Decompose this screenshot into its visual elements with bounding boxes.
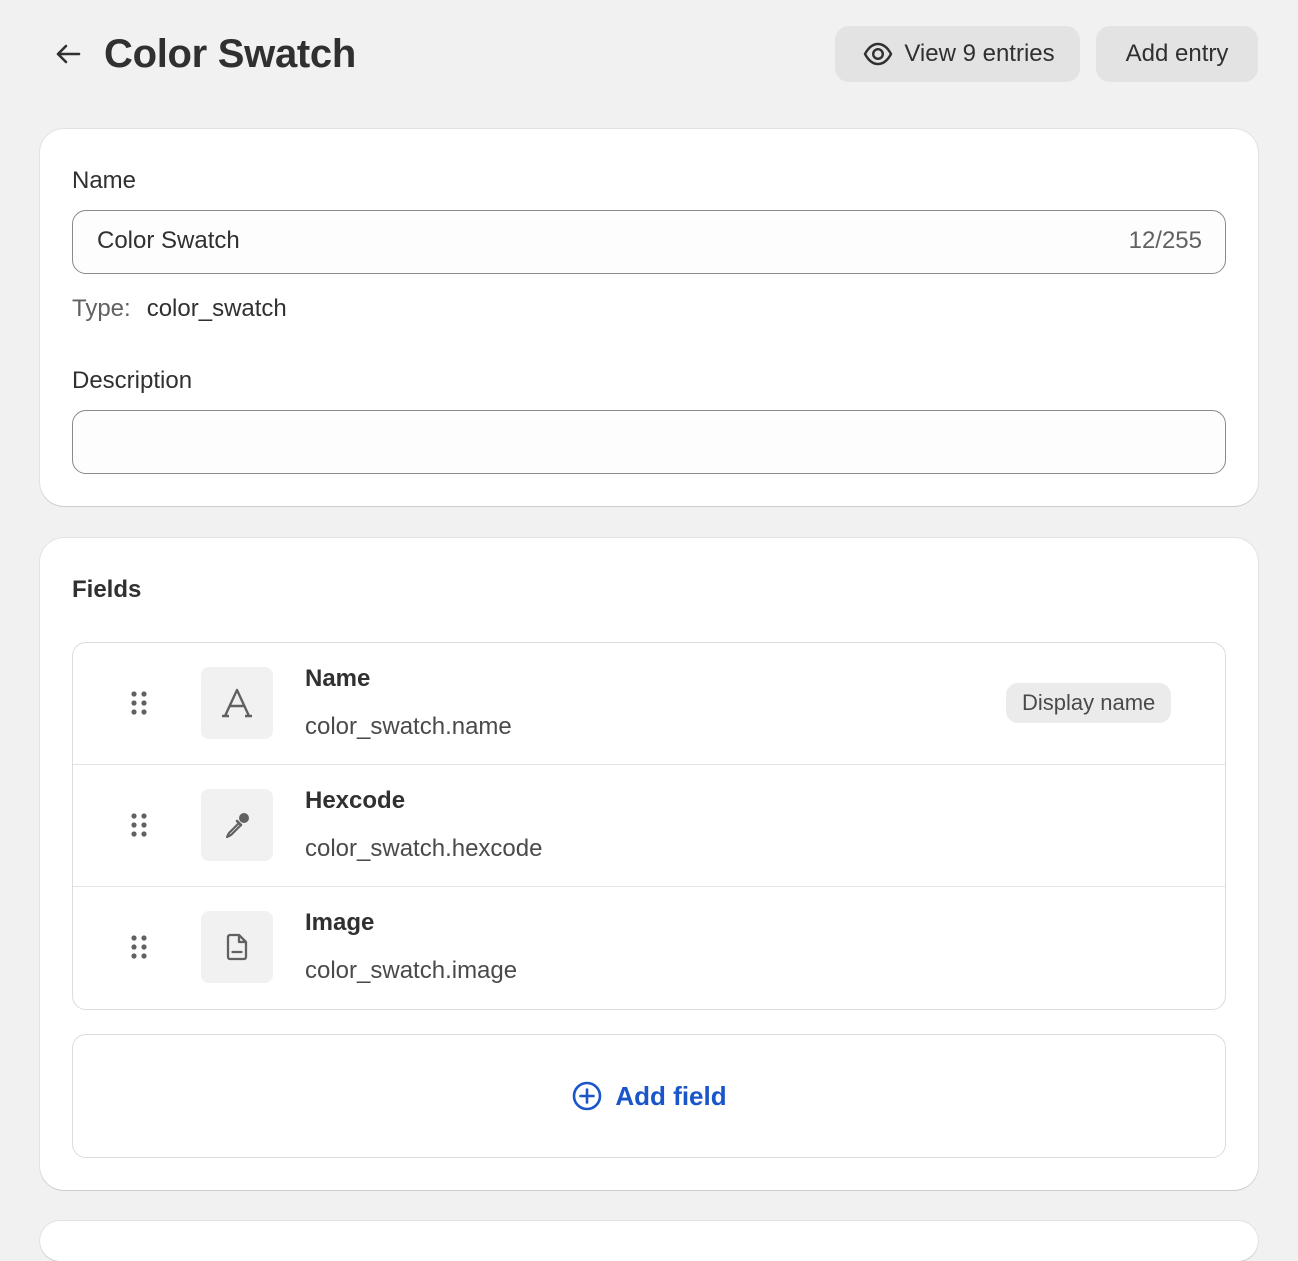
view-entries-button[interactable]: View 9 entries [835, 26, 1080, 82]
name-label: Name [72, 167, 137, 194]
add-field-button[interactable]: Add field [72, 1034, 1226, 1158]
field-key: color_swatch.hexcode [305, 835, 543, 862]
file-icon [201, 911, 273, 983]
field-name: Hexcode [305, 787, 406, 814]
eye-icon [862, 38, 894, 70]
color-picker-icon [201, 789, 273, 861]
type-row: Type: color_swatch [72, 295, 287, 323]
description-label: Description [72, 367, 193, 394]
name-input-value: Color Swatch [97, 227, 240, 254]
field-key: color_swatch.name [305, 713, 512, 740]
field-row-image[interactable]: Image color_swatch.image [73, 887, 1225, 1009]
details-card: Name Color Swatch 12/255 Type: color_swat… [40, 129, 1258, 506]
field-name: Name [305, 665, 371, 692]
drag-handle-icon[interactable] [129, 933, 149, 961]
description-input[interactable] [72, 410, 1226, 474]
field-row-name[interactable]: Name color_swatch.name Display name [73, 643, 1225, 765]
field-list: Name color_swatch.name Display name Hexc… [72, 642, 1226, 1010]
name-input[interactable]: Color Swatch 12/255 [72, 210, 1226, 274]
drag-handle-icon[interactable] [129, 811, 149, 839]
add-entry-button[interactable]: Add entry [1096, 26, 1258, 82]
field-name: Image [305, 909, 375, 936]
page-header: Color Swatch View 9 entries Add entry [0, 0, 1298, 108]
display-name-badge: Display name [1006, 683, 1172, 723]
fields-card: Fields Name color_swatch.name Display na… [40, 538, 1258, 1190]
type-label: Type: [72, 295, 131, 322]
next-card [40, 1221, 1258, 1261]
text-type-icon [201, 667, 273, 739]
add-field-label: Add field [615, 1080, 727, 1111]
field-key: color_swatch.image [305, 957, 518, 984]
view-entries-label: View 9 entries [904, 40, 1055, 67]
plus-circle-icon [571, 1080, 603, 1112]
type-value: color_swatch [146, 295, 287, 322]
character-count: 12/255 [1128, 227, 1202, 254]
page-title: Color Swatch [104, 32, 356, 76]
drag-handle-icon[interactable] [129, 689, 149, 717]
fields-title: Fields [72, 576, 142, 603]
field-row-hexcode[interactable]: Hexcode color_swatch.hexcode [73, 765, 1225, 887]
arrow-left-icon [56, 44, 81, 64]
back-button[interactable] [48, 34, 88, 74]
